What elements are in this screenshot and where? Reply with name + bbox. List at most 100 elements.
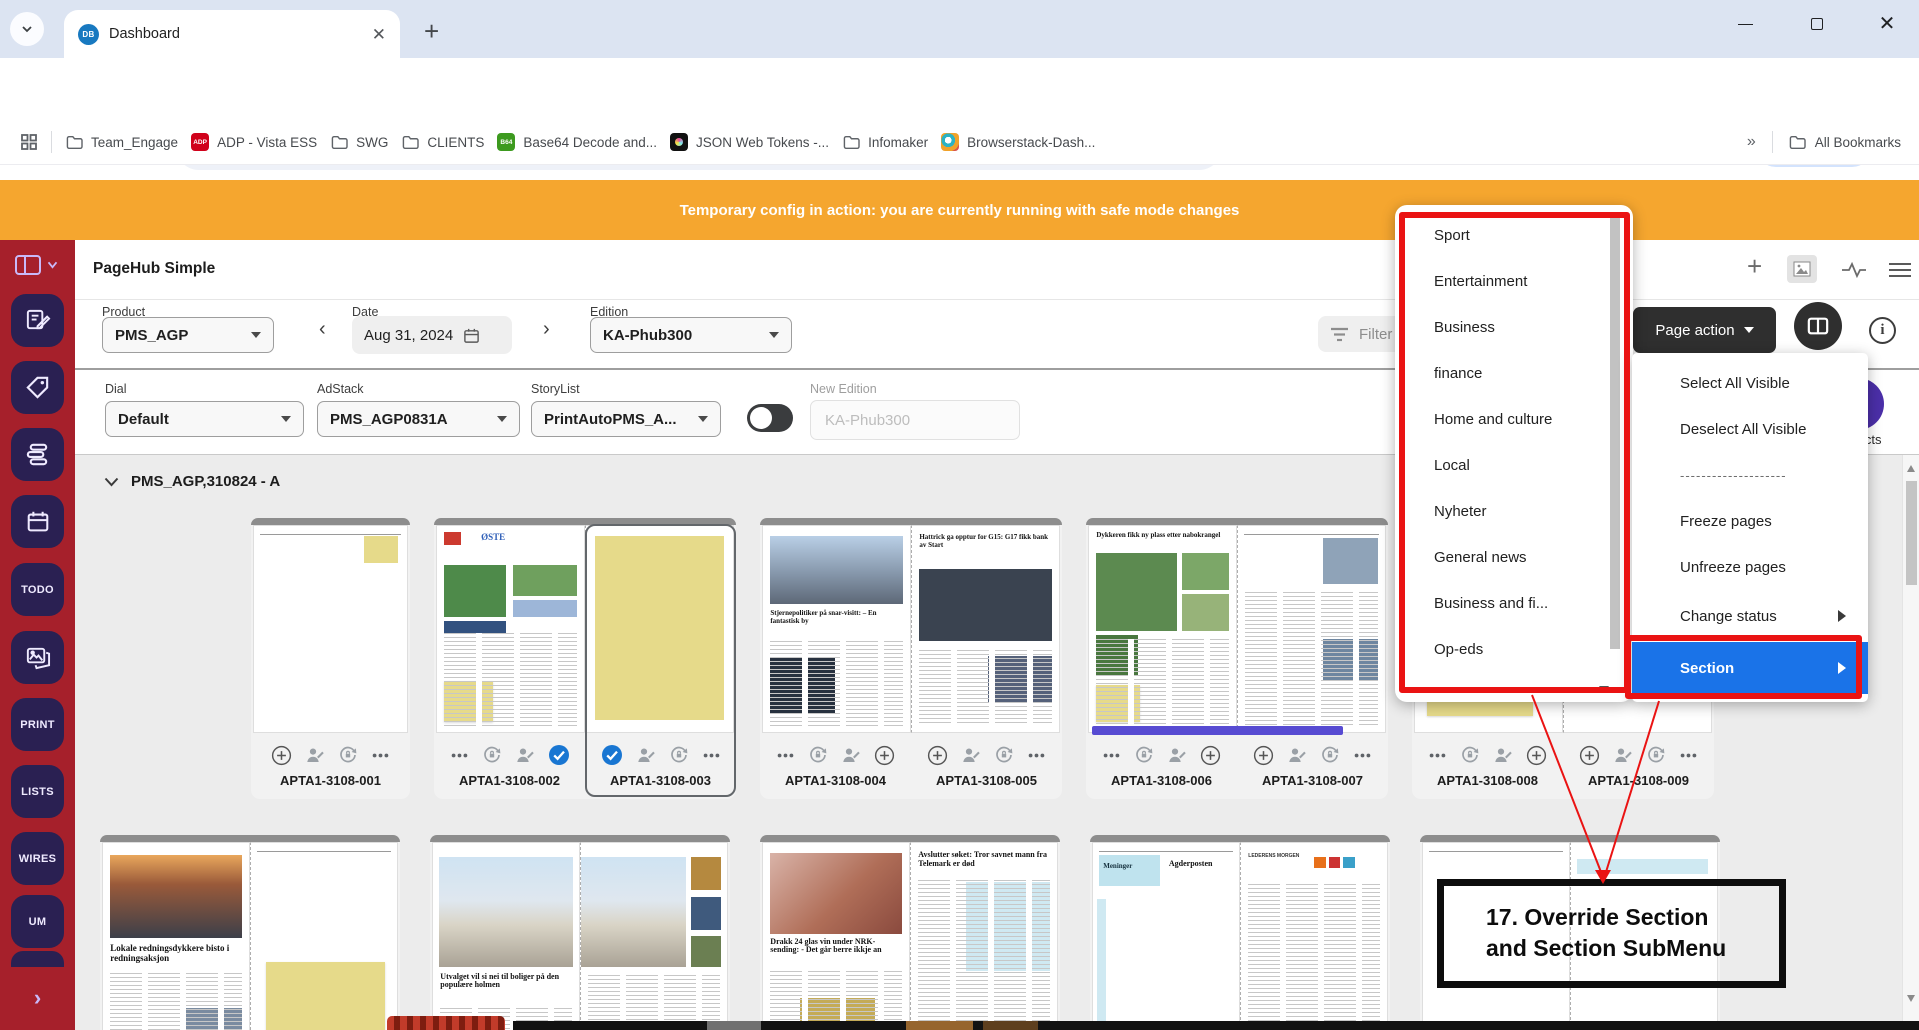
menu-item-unfreeze-pages[interactable]: Unfreeze pages [1632, 544, 1868, 590]
assignee-icon[interactable] [305, 745, 325, 765]
submenu-item-home-and-culture[interactable]: Home and culture [1395, 396, 1633, 442]
page-thumbnail[interactable]: Stjernepolitiker på snar-visitt: – En fa… [762, 525, 911, 733]
all-bookmarks-button[interactable]: All Bookmarks [1789, 133, 1901, 151]
status-lock-icon[interactable] [1460, 745, 1480, 765]
submenu-item-op-eds[interactable]: Op-eds [1395, 626, 1633, 672]
menu-item-section[interactable]: Section [1632, 642, 1868, 694]
add-icon[interactable]: + [1747, 251, 1762, 282]
assignee-icon[interactable] [1287, 745, 1307, 765]
page-spread-card[interactable]: APTA1-3108-001 [251, 518, 410, 799]
adstack-select[interactable]: PMS_AGP0831A [317, 401, 520, 437]
assignee-icon[interactable] [961, 745, 981, 765]
page-spread-card[interactable]: Stjernepolitiker på snar-visitt: – En fa… [760, 518, 1062, 799]
submenu-item-entertainment[interactable]: Entertainment [1395, 258, 1633, 304]
menu-item-deselect-all-visible[interactable]: Deselect All Visible [1632, 406, 1868, 452]
bookmark-item[interactable]: CLIENTS [401, 133, 484, 151]
assignee-icon[interactable] [515, 745, 535, 765]
sidebar-item-calendar[interactable] [11, 495, 64, 548]
window-maximize-button[interactable] [1788, 0, 1846, 48]
calendar-icon[interactable] [463, 327, 480, 344]
sidebar-item-tags[interactable] [11, 361, 64, 414]
page-spread-card[interactable]: Lokale redningsdykkere bisto i redningsa… [100, 835, 400, 1030]
page-thumbnail[interactable] [1237, 525, 1386, 733]
hamburger-menu-icon[interactable] [1889, 262, 1911, 278]
sidebar-item-lists[interactable]: LISTS [11, 765, 64, 818]
add-page-icon[interactable] [271, 745, 292, 766]
page-spread-card[interactable]: Utvalget vil si nei til boliger på den p… [430, 835, 730, 1030]
activity-icon[interactable] [1841, 262, 1867, 278]
assignee-icon[interactable] [841, 745, 861, 765]
submenu-item-business-and-fi-[interactable]: Business and fi... [1395, 580, 1633, 626]
status-lock-icon[interactable] [482, 745, 502, 765]
selected-check-icon[interactable] [548, 744, 570, 766]
add-page-icon[interactable] [1579, 745, 1600, 766]
page-thumbnail[interactable]: MeningerAgderposten [1092, 842, 1240, 1030]
sidebar-item-um[interactable]: UM [11, 895, 64, 948]
menu-item--[interactable]: -------------------- [1632, 452, 1868, 498]
page-preview-icon[interactable] [1787, 255, 1817, 283]
more-options-icon[interactable] [371, 746, 390, 765]
status-lock-icon[interactable] [1320, 745, 1340, 765]
page-thumbnail[interactable] [580, 842, 728, 1030]
bookmark-item[interactable]: SWG [330, 133, 388, 151]
new-edition-toggle[interactable] [747, 404, 793, 432]
assignee-icon[interactable] [636, 745, 656, 765]
window-minimize-button[interactable] [1716, 0, 1774, 48]
status-lock-icon[interactable] [994, 745, 1014, 765]
more-options-icon[interactable] [776, 746, 795, 765]
page-thumbnail[interactable] [250, 842, 398, 1030]
selected-check-icon[interactable] [601, 744, 623, 766]
sidebar-item-wires[interactable]: WIRES [11, 832, 64, 885]
bookmark-item[interactable]: JSON Web Tokens -... [670, 133, 829, 151]
browser-tab[interactable]: DB Dashboard ✕ [64, 10, 400, 58]
new-tab-button[interactable]: + [424, 16, 439, 47]
page-spread-card[interactable]: MeningerAgderpostenLEDERENS MORGEN [1090, 835, 1390, 1030]
bookmark-item[interactable]: B64Base64 Decode and... [497, 133, 657, 151]
product-select[interactable]: PMS_AGP [102, 317, 274, 353]
layout-toggle-button[interactable] [1794, 302, 1842, 350]
add-page-icon[interactable] [927, 745, 948, 766]
page-thumbnail[interactable]: Lokale redningsdykkere bisto i redningsa… [102, 842, 250, 1030]
page-spread-card[interactable]: Drakk 24 glas vin under NRK-sending: - D… [760, 835, 1060, 1030]
new-edition-input[interactable]: KA-Phub300 [810, 400, 1020, 440]
bookmark-item[interactable]: Infomaker [842, 133, 928, 151]
date-picker[interactable]: Aug 31, 2024 [352, 316, 512, 354]
date-next-button[interactable]: › [543, 318, 550, 341]
more-options-icon[interactable] [1428, 746, 1447, 765]
sidebar-item-todo[interactable]: TODO [11, 563, 64, 616]
more-options-icon[interactable] [1027, 746, 1046, 765]
group-header[interactable]: PMS_AGP,310824 - A [104, 473, 280, 490]
bookmark-item[interactable]: ADPADP - Vista ESS [191, 133, 317, 151]
bookmark-item[interactable]: Browserstack-Dash... [941, 133, 1095, 151]
bookmark-item[interactable]: Team_Engage [65, 133, 178, 151]
app-switcher-button[interactable] [14, 248, 62, 282]
apps-grid-icon[interactable] [20, 133, 38, 151]
page-thumbnail[interactable]: Drakk 24 glas vin under NRK-sending: - D… [762, 842, 910, 1030]
submenu-item-local[interactable]: Local [1395, 442, 1633, 488]
add-page-icon[interactable] [1526, 745, 1547, 766]
tab-close-icon[interactable]: ✕ [372, 26, 386, 43]
window-close-button[interactable]: ✕ [1858, 0, 1916, 48]
vertical-scrollbar[interactable] [1902, 455, 1919, 1030]
add-page-icon[interactable] [1200, 745, 1221, 766]
page-thumbnail[interactable] [253, 525, 408, 733]
status-lock-icon[interactable] [338, 745, 358, 765]
storylist-select[interactable]: PrintAutoPMS_A... [531, 401, 721, 437]
page-thumbnail[interactable] [585, 525, 734, 733]
more-options-icon[interactable] [450, 746, 469, 765]
page-thumbnail[interactable]: Utvalget vil si nei til boliger på den p… [432, 842, 580, 1030]
scroll-down-icon[interactable] [1907, 995, 1915, 1002]
more-options-icon[interactable] [1353, 746, 1372, 765]
tab-search-button[interactable] [10, 12, 44, 46]
submenu-scrollbar[interactable] [1610, 215, 1620, 649]
more-options-icon[interactable] [702, 746, 721, 765]
page-thumbnail[interactable]: LEDERENS MORGEN [1240, 842, 1388, 1030]
page-thumbnail[interactable]: Dykkeren fikk ny plass etter nabokrangel [1088, 525, 1237, 733]
status-lock-icon[interactable] [1134, 745, 1154, 765]
sidebar-item-partial[interactable] [11, 951, 64, 967]
status-lock-icon[interactable] [669, 745, 689, 765]
bookmarks-overflow-icon[interactable]: » [1747, 133, 1756, 151]
info-icon[interactable]: i [1869, 317, 1896, 344]
submenu-item-general-news[interactable]: General news [1395, 534, 1633, 580]
page-thumbnail[interactable]: Hattrick ga opptur for G15: G17 fikk ban… [911, 525, 1060, 733]
